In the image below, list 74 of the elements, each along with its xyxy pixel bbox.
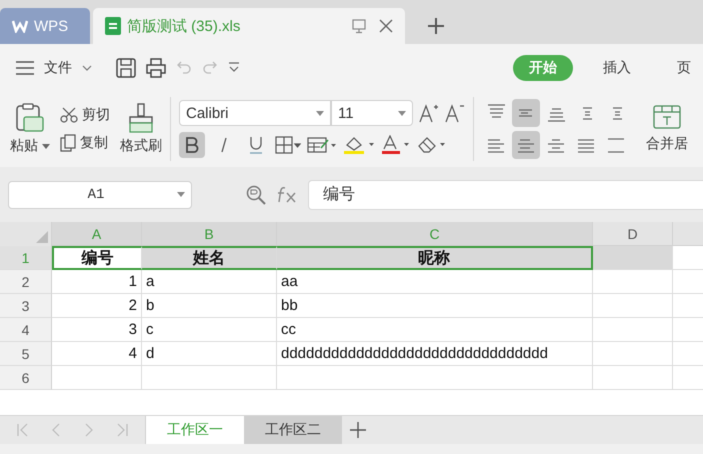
italic-icon	[219, 137, 229, 153]
bold-icon	[185, 137, 199, 153]
caret-icon[interactable]	[398, 110, 406, 116]
grow-font-icon[interactable]	[419, 103, 439, 123]
cut-button[interactable]: 剪切	[60, 106, 110, 124]
print-icon[interactable]	[146, 58, 166, 78]
table-cell: 3	[52, 318, 142, 342]
table-cell: aa	[277, 270, 593, 294]
zoom-icon[interactable]	[246, 184, 266, 204]
save-icon[interactable]	[116, 58, 136, 78]
column-header[interactable]: D	[593, 222, 673, 246]
row-header[interactable]: 4	[0, 318, 52, 342]
table-cell: cc	[277, 318, 593, 342]
format-painter-button[interactable]: 格式刷	[120, 103, 162, 155]
table-cell: 2	[52, 294, 142, 318]
monitor-icon[interactable]	[351, 18, 367, 34]
table-cell: 1	[52, 270, 142, 294]
table-cell: a	[142, 270, 277, 294]
name-box[interactable]: A1	[8, 180, 192, 208]
sheet-tab[interactable]: 工作区二	[244, 416, 342, 444]
alignment-button[interactable]	[512, 131, 540, 159]
align-icon	[607, 136, 625, 154]
table-cell: dddddddddddddddddddddddddddddddd	[277, 342, 593, 366]
ribbon-tab[interactable]: 插入	[587, 55, 647, 81]
table-cell: bb	[277, 294, 593, 318]
dropdown-icon[interactable]	[228, 62, 240, 74]
chevron-icon[interactable]	[82, 65, 92, 71]
logo-icon	[12, 19, 28, 33]
copy-icon	[60, 134, 76, 152]
menu-icon[interactable]	[16, 61, 34, 75]
caret-icon[interactable]	[177, 192, 185, 197]
table-cell: c	[142, 318, 277, 342]
caret-icon[interactable]	[316, 110, 324, 116]
merge-center-button[interactable]: 合并居	[646, 105, 688, 153]
tab-label: 简版测试 (35).xls	[127, 16, 242, 36]
sheet-tab[interactable]: 工作区一	[146, 416, 244, 444]
table-cell: 姓名	[142, 246, 277, 270]
scissors-icon	[60, 107, 78, 123]
brush-icon	[128, 103, 154, 133]
underline-icon	[249, 136, 263, 154]
shrink-font-icon[interactable]	[445, 103, 465, 123]
table-cell: d	[142, 342, 277, 366]
table-cell: 昵称	[277, 246, 593, 270]
borders-icon[interactable]	[275, 136, 301, 154]
paste-button[interactable]: 粘贴	[10, 103, 50, 155]
file-menu[interactable]: 文件	[44, 59, 72, 77]
merge-icon	[653, 105, 681, 129]
formula-field[interactable]: 编号	[308, 180, 703, 210]
new-tab-icon[interactable]	[428, 18, 444, 34]
row-header[interactable]: 6	[0, 366, 52, 390]
clipboard-icon	[15, 103, 45, 133]
table-cell: 4	[52, 342, 142, 366]
alignment-button[interactable]	[512, 99, 540, 127]
table-cell: 编号	[52, 246, 142, 270]
row-header[interactable]: 5	[0, 342, 52, 366]
row-header[interactable]: 2	[0, 270, 52, 294]
font-color-icon[interactable]	[381, 135, 411, 155]
paste-label: 粘贴	[10, 137, 38, 155]
fill-color-icon[interactable]	[343, 135, 375, 155]
eraser-icon[interactable]	[417, 135, 447, 155]
bold-button[interactable]	[179, 132, 205, 158]
close-icon[interactable]	[379, 19, 393, 33]
add-sheet-icon[interactable]	[350, 422, 366, 438]
row-header[interactable]: 3	[0, 294, 52, 318]
caret-icon[interactable]	[42, 144, 50, 148]
function-icon[interactable]	[276, 186, 298, 204]
copy-button[interactable]: 复制	[60, 134, 110, 152]
table-cell: b	[142, 294, 277, 318]
font-name-dropdown[interactable]: Calibri	[179, 100, 331, 126]
ribbon-tab[interactable]: 页	[661, 55, 703, 81]
tab-label: WPS	[34, 18, 68, 34]
spreadsheet-icon	[105, 17, 121, 35]
cell-style-icon[interactable]	[307, 136, 337, 154]
font-size-dropdown[interactable]: 11	[331, 100, 413, 126]
